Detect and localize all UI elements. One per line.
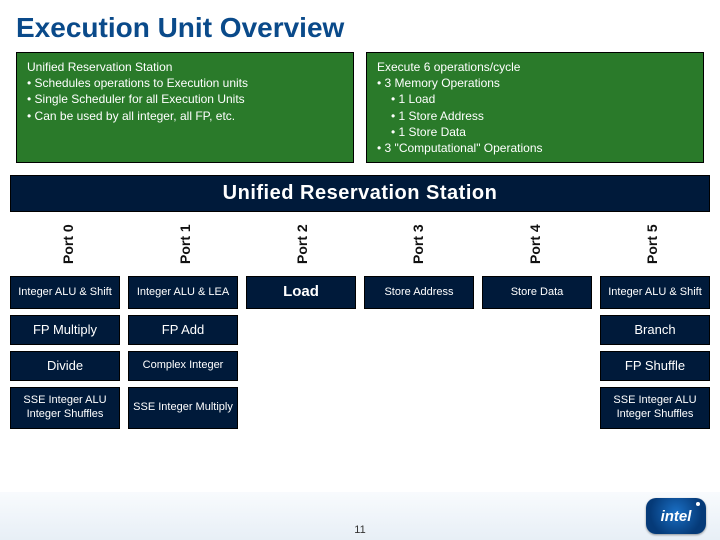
unit-port5-row1: Integer ALU & Shift xyxy=(600,276,710,309)
left-box-bullet: Can be used by all integer, all FP, etc. xyxy=(27,108,343,124)
left-box-heading: Unified Reservation Station xyxy=(27,59,343,75)
right-box-heading: Execute 6 operations/cycle xyxy=(377,59,693,75)
unit-port5-row3: FP Shuffle xyxy=(600,351,710,381)
right-box-bullet: 3 Memory Operations xyxy=(377,75,693,91)
unit-port0-row1: Integer ALU & Shift xyxy=(10,276,120,309)
port-label-3: Port 3 xyxy=(363,214,473,274)
unit-port2-row1: Load xyxy=(246,276,356,309)
left-box-bullet: Schedules operations to Execution units xyxy=(27,75,343,91)
port-label-4: Port 4 xyxy=(480,214,590,274)
page-number: 11 xyxy=(354,524,365,536)
unit-port0-row4: SSE Integer ALU Integer Shuffles xyxy=(10,387,120,429)
port-label-0: Port 0 xyxy=(13,214,123,274)
port-label-1: Port 1 xyxy=(130,214,240,274)
right-box-sub-bullet: 1 Store Address xyxy=(391,108,693,124)
unit-port0-row3: Divide xyxy=(10,351,120,381)
unit-port5-row4: SSE Integer ALU Integer Shuffles xyxy=(600,387,710,429)
port-label-2: Port 2 xyxy=(247,214,357,274)
unit-port3-row1: Store Address xyxy=(364,276,474,309)
unit-port1-row1: Integer ALU & LEA xyxy=(128,276,238,309)
unit-port4-row1: Store Data xyxy=(482,276,592,309)
unit-port1-row4: SSE Integer Multiply xyxy=(128,387,238,429)
left-box-bullet: Single Scheduler for all Execution Units xyxy=(27,91,343,107)
intel-logo: intel xyxy=(646,498,706,534)
reservation-station-bar: Unified Reservation Station xyxy=(10,175,710,212)
right-box-sub-bullet: 1 Load xyxy=(391,91,693,107)
intel-logo-dot xyxy=(696,502,700,506)
right-box-sub-bullet: 1 Store Data xyxy=(391,124,693,140)
unit-port1-row3: Complex Integer xyxy=(128,351,238,381)
right-box-bullet: 3 "Computational" Operations xyxy=(377,140,693,156)
info-boxes-row: Unified Reservation Station Schedules op… xyxy=(0,52,720,171)
intel-logo-text: intel xyxy=(661,508,692,525)
unit-port0-row2: FP Multiply xyxy=(10,315,120,345)
unit-port5-row2: Branch xyxy=(600,315,710,345)
right-info-box: Execute 6 operations/cycle 3 Memory Oper… xyxy=(366,52,704,163)
ports-row: Port 0 Port 1 Port 2 Port 3 Port 4 Port … xyxy=(10,214,710,274)
units-grid: Integer ALU & Shift Integer ALU & LEA Lo… xyxy=(10,276,710,429)
left-info-box: Unified Reservation Station Schedules op… xyxy=(16,52,354,163)
page-title: Execution Unit Overview xyxy=(0,0,720,52)
unit-port1-row2: FP Add xyxy=(128,315,238,345)
port-label-5: Port 5 xyxy=(597,214,707,274)
